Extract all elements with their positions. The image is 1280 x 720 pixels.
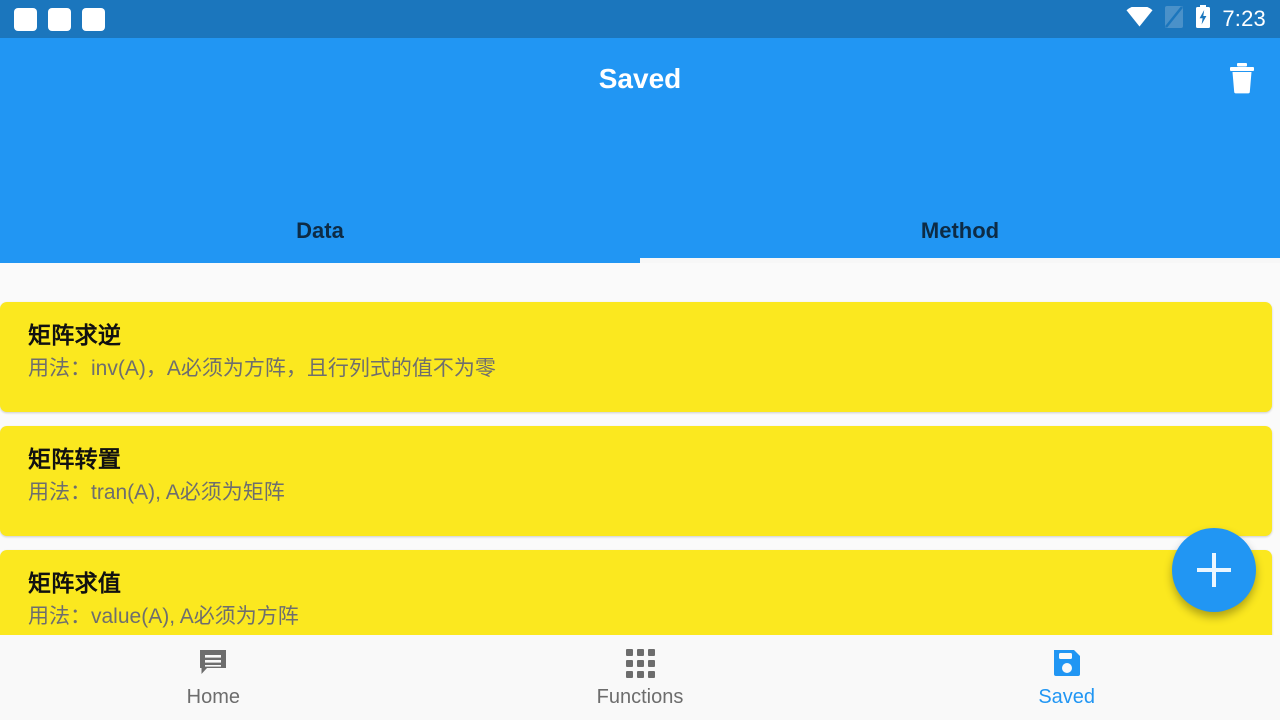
tab-method-label: Method	[920, 218, 1000, 243]
placeholder-icon	[48, 7, 71, 31]
wifi-icon	[1126, 4, 1153, 32]
add-button[interactable]	[1172, 528, 1256, 612]
status-bar-notifications	[14, 7, 105, 31]
nav-item-functions-label: Functions	[596, 686, 684, 708]
bottom-navigation: Home Functions Saved	[0, 635, 1280, 720]
nav-item-saved-label: Saved	[1038, 686, 1096, 708]
status-bar-system-icons: 7:23	[1126, 4, 1266, 34]
nav-item-home[interactable]: Home	[0, 635, 427, 720]
saved-method-list[interactable]: 矩阵求逆 用法：inv(A)，A必须为方阵，且行列式的值不为零 矩阵转置 用法：…	[0, 263, 1280, 635]
battery-charging-icon	[1195, 4, 1211, 34]
app-root: 7:23 Saved Data Method 矩阵求逆 用法：inv(A)，A必…	[0, 0, 1280, 720]
placeholder-icon	[82, 7, 105, 31]
placeholder-icon	[14, 7, 37, 31]
list-item-title: 矩阵求值	[28, 570, 122, 596]
tab-bar: Data Method	[0, 199, 1280, 263]
app-bar: Saved Data Method	[0, 38, 1280, 263]
trash-icon	[1228, 62, 1256, 99]
list-item[interactable]: 矩阵求逆 用法：inv(A)，A必须为方阵，且行列式的值不为零	[0, 302, 1272, 412]
tab-data-label: Data	[296, 218, 344, 243]
nav-item-saved[interactable]: Saved	[853, 635, 1280, 720]
list-item-title: 矩阵转置	[28, 446, 122, 472]
tab-method[interactable]: Method	[640, 199, 1280, 263]
status-bar: 7:23	[0, 0, 1280, 38]
list-item-subtitle: 用法：tran(A), A必须为矩阵	[28, 481, 285, 504]
list-item-subtitle: 用法：inv(A)，A必须为方阵，且行列式的值不为零	[28, 357, 496, 380]
tab-data[interactable]: Data	[0, 199, 640, 263]
save-icon	[1052, 648, 1082, 678]
nav-item-home-label: Home	[186, 686, 241, 708]
plus-icon	[1197, 553, 1231, 587]
page-title: Saved	[598, 63, 682, 94]
list-item[interactable]: 矩阵求值 用法：value(A), A必须为方阵	[0, 550, 1272, 635]
message-icon	[198, 648, 228, 678]
list-item[interactable]: 矩阵转置 用法：tran(A), A必须为矩阵	[0, 426, 1272, 536]
status-bar-clock: 7:23	[1222, 6, 1266, 31]
nav-item-functions[interactable]: Functions	[427, 635, 854, 720]
no-sim-icon	[1164, 5, 1184, 34]
grid-icon	[625, 648, 655, 678]
list-item-title: 矩阵求逆	[28, 322, 122, 348]
list-item-subtitle: 用法：value(A), A必须为方阵	[28, 605, 299, 628]
delete-button[interactable]	[1218, 56, 1266, 104]
